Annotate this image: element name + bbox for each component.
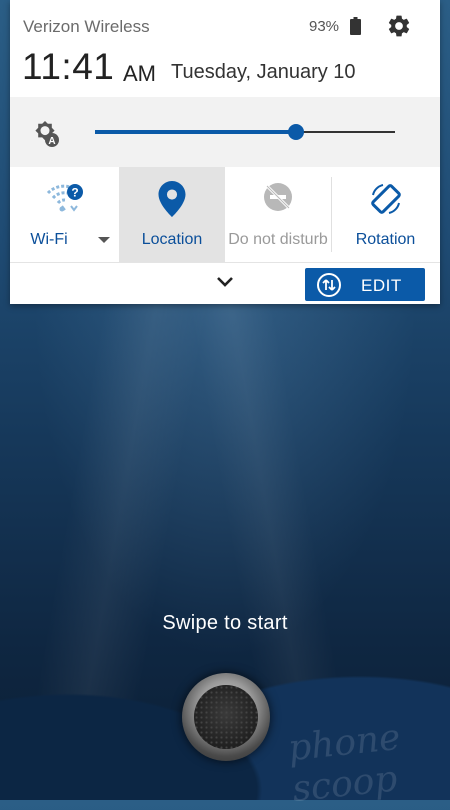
settings-gear-icon[interactable] xyxy=(386,13,412,44)
quick-settings-tiles: ? Wi-Fi Location Do not disturb Rotation xyxy=(10,167,440,262)
wifi-question-icon: ? xyxy=(10,181,118,215)
status-bar: Verizon Wireless 93% xyxy=(10,0,440,52)
brightness-slider[interactable] xyxy=(95,124,395,140)
tile-location[interactable]: Location xyxy=(119,167,225,262)
rotation-icon xyxy=(331,181,440,217)
clock-time: 11:41 xyxy=(22,46,115,87)
swap-arrows-icon xyxy=(317,273,341,302)
tile-location-label: Location xyxy=(141,231,203,248)
svg-text:?: ? xyxy=(71,186,78,200)
tile-rotation[interactable]: Rotation xyxy=(331,167,440,262)
brightness-row: A xyxy=(10,97,440,167)
carrier-name: Verizon Wireless xyxy=(23,17,150,36)
location-pin-icon xyxy=(119,181,225,217)
shade-footer: EDIT xyxy=(10,263,440,304)
battery-percent: 93% xyxy=(309,18,340,35)
notification-shade: Verizon Wireless 93% 11:41 AM Tuesday, J… xyxy=(10,0,440,304)
tile-do-not-disturb[interactable]: Do not disturb xyxy=(225,167,331,262)
tile-wifi[interactable]: ? Wi-Fi xyxy=(10,167,118,262)
svg-text:A: A xyxy=(48,136,55,147)
swipe-hint: Swipe to start xyxy=(162,612,288,634)
battery-icon xyxy=(350,17,361,40)
do-not-disturb-icon xyxy=(225,181,331,213)
brightness-slider-thumb[interactable] xyxy=(288,124,304,140)
brightness-slider-rest xyxy=(296,131,395,133)
unlock-button[interactable] xyxy=(182,673,270,761)
chevron-down-icon[interactable] xyxy=(98,237,110,243)
chevron-down-icon[interactable] xyxy=(215,275,235,294)
auto-brightness-icon[interactable]: A xyxy=(32,119,62,154)
edit-button[interactable]: EDIT xyxy=(305,268,425,301)
unlock-button-grille xyxy=(194,685,258,749)
clock-ampm: AM xyxy=(123,61,156,86)
tile-dnd-label: Do not disturb xyxy=(228,231,328,248)
tile-rotation-label: Rotation xyxy=(355,231,416,248)
brightness-slider-fill xyxy=(95,130,296,134)
watermark-logo: phone scoop xyxy=(286,716,403,810)
clock-row: 11:41 AM Tuesday, January 10 xyxy=(10,46,440,96)
edit-button-label: EDIT xyxy=(361,276,402,295)
clock-date[interactable]: Tuesday, January 10 xyxy=(171,61,356,84)
